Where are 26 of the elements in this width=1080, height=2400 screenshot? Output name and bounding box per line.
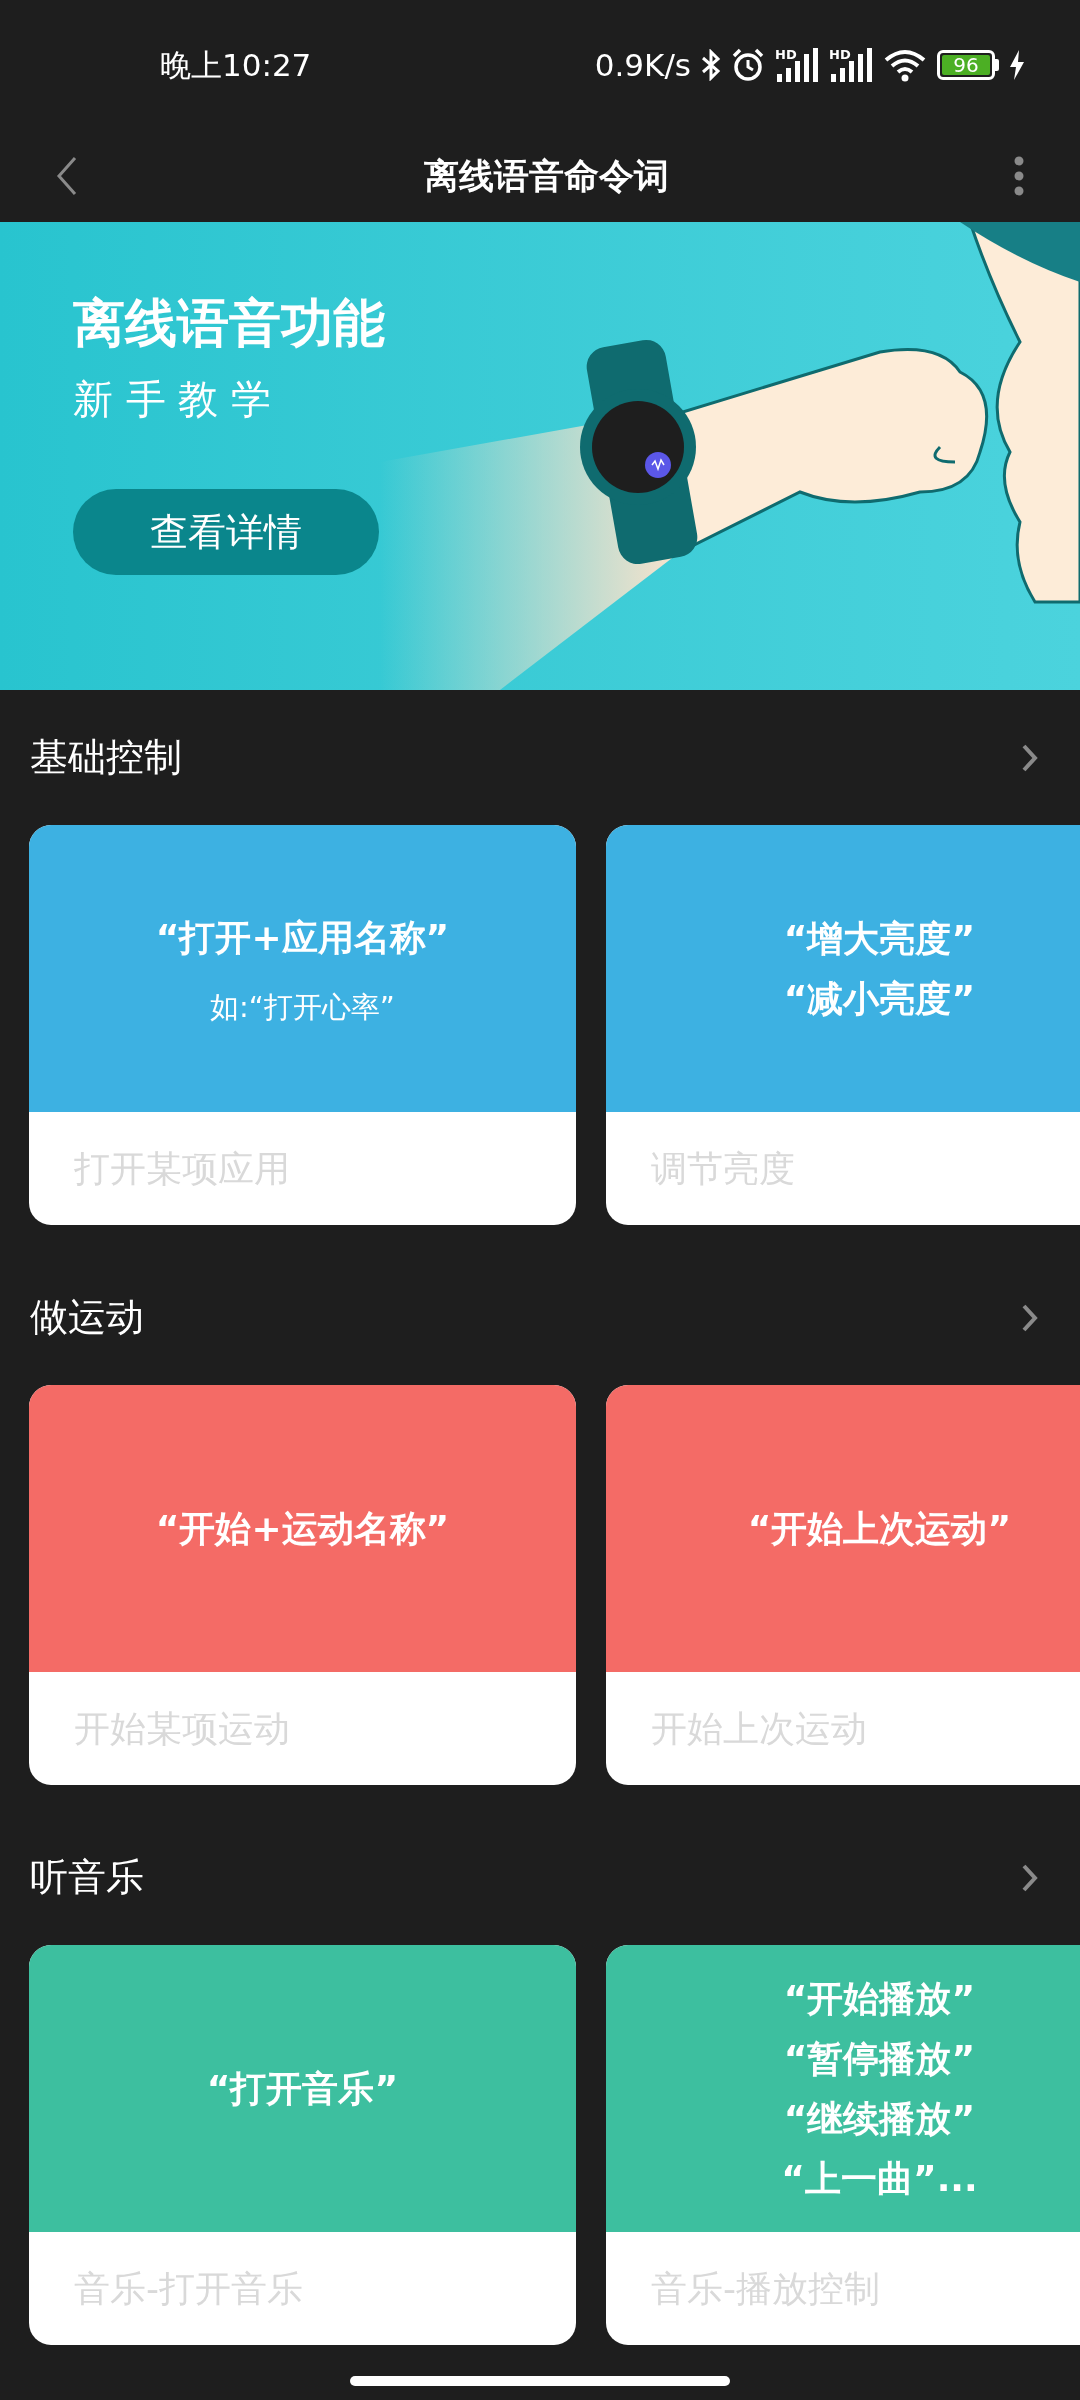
section-title: 听音乐 (30, 1854, 144, 1901)
voice-command: “开始+运动名称” (155, 1506, 450, 1551)
banner-title: 离线语音功能 (73, 297, 386, 349)
command-example: 如:“打开心率” (210, 988, 395, 1026)
voice-command: “继续播放” (783, 2096, 976, 2141)
alarm-clock-icon (731, 48, 765, 82)
more-menu-icon[interactable] (1013, 156, 1025, 196)
voice-command: “打开+应用名称” (155, 915, 450, 960)
wifi-icon (883, 48, 927, 82)
voice-command: “减小亮度” (783, 976, 976, 1021)
back-icon[interactable] (55, 156, 79, 196)
voice-command: “上一曲”... (781, 2156, 978, 2201)
section-title: 做运动 (30, 1294, 144, 1341)
voice-command: “打开音乐” (206, 2066, 399, 2111)
bluetooth-icon (701, 49, 721, 81)
status-time: 晚上10:27 (160, 45, 312, 85)
voice-command: “增大亮度” (783, 916, 976, 961)
banner-subtitle: 新 手 教 学 (73, 379, 273, 419)
voice-command: “暂停播放” (783, 2036, 976, 2081)
page-title: 离线语音命令词 (423, 154, 669, 198)
section-title: 基础控制 (30, 734, 182, 781)
voice-command: “开始播放” (783, 1976, 976, 2021)
network-speed: 0.9K/s (594, 45, 691, 85)
view-details-button[interactable]: 查看详情 (73, 489, 379, 575)
voice-command: “开始上次运动” (747, 1506, 1012, 1551)
tutorial-banner[interactable]: 离线语音功能 新 手 教 学 查看详情 (0, 222, 1080, 690)
